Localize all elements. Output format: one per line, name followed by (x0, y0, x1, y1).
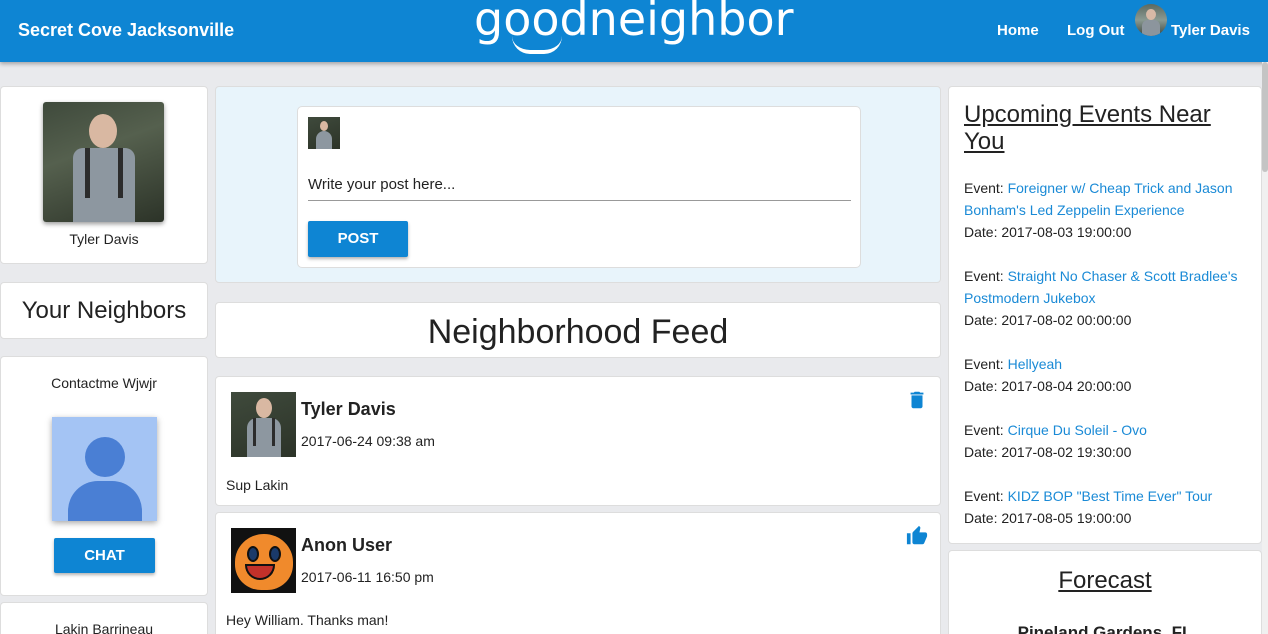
neighbor-card: Lakin Barrineau (0, 602, 208, 634)
post-text: Sup Lakin (226, 477, 289, 493)
nav-user-name[interactable]: Tyler Davis (1171, 22, 1250, 39)
neighborhood-name[interactable]: Secret Cove Jacksonville (18, 20, 234, 41)
post-composer: POST (297, 106, 861, 268)
post-author-avatar[interactable] (231, 392, 296, 457)
event-date: 2017-08-05 19:00:00 (1001, 510, 1132, 526)
forecast-location: Pineland Gardens, FL (1017, 623, 1193, 634)
top-navbar: Secret Cove Jacksonville goodneighbor Ho… (0, 0, 1268, 62)
post-timestamp: 2017-06-11 16:50 pm (301, 569, 434, 585)
event-item: Event: Foreigner w/ Cheap Trick and Jaso… (964, 180, 1233, 240)
chat-button[interactable]: CHAT (54, 538, 155, 573)
profile-name: Tyler Davis (69, 231, 139, 247)
post-timestamp: 2017-06-24 09:38 am (301, 433, 435, 449)
forecast-title: Forecast (1058, 567, 1152, 594)
post-author[interactable]: Tyler Davis (301, 399, 396, 420)
logo-smile-icon (512, 36, 562, 54)
feed-header-card: Neighborhood Feed (215, 302, 941, 358)
feed-post: Tyler Davis 2017-06-24 09:38 am Sup Laki… (215, 376, 941, 506)
nav-logout-link[interactable]: Log Out (1067, 22, 1124, 39)
neighbor-card: Contactme Wjwjr CHAT (0, 356, 208, 596)
post-composer-card: POST (215, 86, 941, 283)
neighbors-header-card: Your Neighbors (0, 282, 208, 339)
page-scrollbar[interactable] (1262, 62, 1268, 634)
post-button[interactable]: POST (308, 221, 408, 257)
post-input[interactable] (308, 169, 851, 201)
composer-avatar (308, 117, 340, 149)
trash-icon[interactable] (906, 389, 928, 411)
feed-post: Anon User 2017-06-11 16:50 pm Hey Willia… (215, 512, 941, 634)
event-date: 2017-08-03 19:00:00 (1001, 224, 1132, 240)
event-item: Event: Straight No Chaser & Scott Bradle… (964, 268, 1238, 328)
post-author-avatar[interactable] (231, 528, 296, 593)
profile-card: Tyler Davis (0, 86, 208, 264)
post-author[interactable]: Anon User (301, 535, 392, 556)
event-date: 2017-08-02 19:30:00 (1001, 444, 1132, 460)
events-card: Upcoming Events Near You Event: Foreigne… (948, 86, 1262, 544)
event-link[interactable]: KIDZ BOP "Best Time Ever" Tour (1008, 488, 1213, 504)
event-item: Event: Hellyeah Date: 2017-08-04 20:00:0… (964, 356, 1132, 394)
neighbors-title: Your Neighbors (21, 297, 187, 324)
event-item: Event: Cirque Du Soleil - Ovo Date: 2017… (964, 422, 1147, 460)
event-date: 2017-08-04 20:00:00 (1001, 378, 1132, 394)
forecast-card: Forecast Pineland Gardens, FL (948, 550, 1262, 634)
thumbs-up-icon[interactable] (906, 525, 928, 547)
post-text: Hey William. Thanks man! (226, 612, 389, 628)
scrollbar-thumb[interactable] (1262, 62, 1268, 172)
neighbor-name: Lakin Barrineau (54, 621, 154, 634)
nav-user-avatar[interactable] (1135, 4, 1167, 36)
profile-photo[interactable] (43, 102, 164, 222)
feed-title: Neighborhood Feed (427, 313, 729, 351)
event-link[interactable]: Cirque Du Soleil - Ovo (1008, 422, 1147, 438)
nav-home-link[interactable]: Home (997, 22, 1039, 39)
event-date: 2017-08-02 00:00:00 (1001, 312, 1132, 328)
event-item: Event: KIDZ BOP "Best Time Ever" Tour Da… (964, 488, 1213, 526)
event-link[interactable]: Hellyeah (1008, 356, 1062, 372)
default-user-icon (52, 417, 157, 521)
neighbor-name: Contactme Wjwjr (51, 375, 157, 391)
events-title: Upcoming Events Near You (964, 101, 1211, 155)
